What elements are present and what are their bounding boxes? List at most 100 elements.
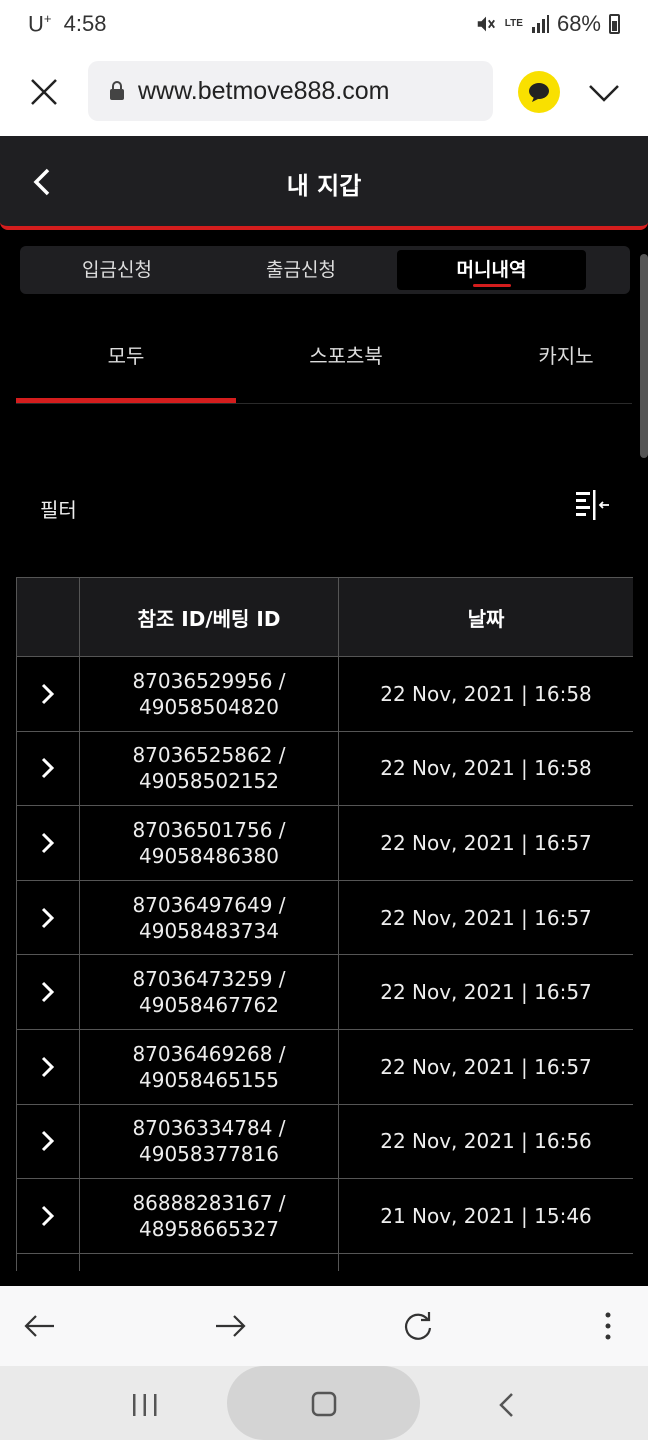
expand-row-button[interactable] bbox=[16, 1178, 80, 1254]
home-button[interactable] bbox=[227, 1366, 420, 1440]
chevron-right-icon bbox=[41, 832, 55, 854]
ref-id: 87036334784 / bbox=[132, 1116, 286, 1141]
ref-bet-id-cell: 87036469268 /49058465155 bbox=[79, 1028, 339, 1105]
page-title: 내 지갑 bbox=[286, 172, 362, 200]
table-row[interactable]: 86888283167 /48958665327 21 Nov, 2021 | 1… bbox=[16, 1178, 633, 1254]
ref-bet-id-cell: 87036501756 /49058486380 bbox=[79, 805, 339, 881]
bet-id: 48958665327 bbox=[139, 1216, 279, 1241]
battery-icon bbox=[609, 14, 620, 34]
filter-label: 필터 bbox=[40, 498, 77, 522]
money-history-table: 참조 ID/베팅 ID 날짜 87036529956 /49058504820 2… bbox=[16, 577, 633, 1271]
table-row[interactable]: 87036334784 /49058377816 22 Nov, 2021 | 1… bbox=[16, 1103, 633, 1180]
tab-withdraw-request[interactable]: 출금신청 bbox=[206, 250, 396, 290]
bet-id: 49058483734 bbox=[139, 918, 279, 943]
chevron-right-icon bbox=[41, 1131, 55, 1152]
expand-row-button[interactable] bbox=[16, 1103, 80, 1180]
ref-bet-id-cell: 87036497649 /49058483734 bbox=[79, 879, 339, 956]
table-row[interactable]: 87036525862 /49058502152 22 Nov, 2021 | 1… bbox=[16, 730, 633, 807]
chevron-right-icon bbox=[41, 683, 55, 704]
expand-row-button[interactable] bbox=[16, 805, 80, 881]
carrier-sup: + bbox=[43, 11, 52, 26]
ref-id: 87036525862 / bbox=[132, 743, 286, 768]
status-icons: LTE 68% bbox=[475, 11, 620, 37]
clock: 4:58 bbox=[63, 11, 107, 37]
tab-casino[interactable]: 카지노 bbox=[456, 340, 648, 380]
ref-id: 87036469268 / bbox=[132, 1041, 286, 1066]
date-cell: 22 Nov, 2021 | 16:57 bbox=[338, 805, 633, 881]
date-cell: 22 Nov, 2021 | 16:57 bbox=[338, 879, 633, 956]
ref-bet-id-cell: 86888250156 / bbox=[79, 1252, 339, 1271]
table-row[interactable]: 87036529956 /49058504820 22 Nov, 2021 | 1… bbox=[16, 656, 633, 732]
active-tab-indicator bbox=[16, 398, 236, 403]
ref-id: 87036473259 / bbox=[132, 967, 286, 992]
date-cell bbox=[338, 1252, 633, 1271]
bet-id: 49058502152 bbox=[139, 769, 279, 794]
ref-bet-id-cell: 87036334784 /49058377816 bbox=[79, 1103, 339, 1180]
browser-back-icon[interactable] bbox=[22, 1308, 58, 1344]
expand-row-button[interactable] bbox=[16, 656, 80, 732]
mute-icon bbox=[477, 16, 495, 32]
recent-apps-icon[interactable] bbox=[130, 1390, 160, 1420]
bet-id: 49058467762 bbox=[139, 993, 279, 1018]
kakao-chat-button[interactable] bbox=[518, 71, 560, 113]
system-nav-bar bbox=[0, 1366, 648, 1440]
ref-bet-id-cell: 87036529956 /49058504820 bbox=[79, 656, 339, 732]
url-text: www.betmove888.com bbox=[138, 76, 390, 105]
expand-row-button[interactable] bbox=[16, 879, 80, 956]
filter-row: 필터 bbox=[40, 490, 610, 524]
date-cell: 22 Nov, 2021 | 16:57 bbox=[338, 954, 633, 1030]
date-header: 날짜 bbox=[338, 577, 633, 657]
ref-bet-id-cell: 87036525862 /49058502152 bbox=[79, 730, 339, 807]
bet-id: 49058486380 bbox=[139, 843, 279, 868]
lock-icon bbox=[110, 81, 124, 100]
ref-bet-id-header: 참조 ID/베팅 ID bbox=[79, 577, 339, 657]
expand-row-button[interactable] bbox=[16, 954, 80, 1030]
expand-row-button[interactable] bbox=[16, 730, 80, 807]
tab-sportsbook[interactable]: 스포츠북 bbox=[236, 340, 456, 380]
ref-id: 87036529956 / bbox=[132, 668, 286, 693]
date-cell: 22 Nov, 2021 | 16:58 bbox=[338, 730, 633, 807]
filter-icon[interactable] bbox=[576, 490, 610, 520]
chevron-right-icon bbox=[41, 982, 55, 1003]
browser-toolbar bbox=[0, 1286, 648, 1366]
table-row[interactable]: 87036473259 /49058467762 22 Nov, 2021 | 1… bbox=[16, 954, 633, 1030]
chevron-right-icon bbox=[41, 907, 55, 928]
date-cell: 22 Nov, 2021 | 16:58 bbox=[338, 656, 633, 732]
bet-id: 49058377816 bbox=[139, 1142, 279, 1167]
chat-bubble-icon bbox=[529, 83, 549, 102]
ref-bet-id-cell: 87036473259 /49058467762 bbox=[79, 954, 339, 1030]
chevron-down-icon[interactable] bbox=[586, 78, 622, 108]
expand-row-button[interactable] bbox=[16, 1252, 80, 1271]
carrier-label: U bbox=[28, 11, 44, 37]
more-options-icon[interactable] bbox=[590, 1308, 626, 1344]
date-cell: 21 Nov, 2021 | 15:46 bbox=[338, 1178, 633, 1254]
date-cell: 22 Nov, 2021 | 16:57 bbox=[338, 1028, 633, 1105]
battery-percent: 68% bbox=[556, 11, 601, 36]
expand-column-header bbox=[16, 577, 80, 657]
ref-bet-id-cell: 86888283167 /48958665327 bbox=[79, 1178, 339, 1254]
system-back-icon[interactable] bbox=[492, 1390, 522, 1420]
address-bar[interactable]: www.betmove888.com bbox=[88, 61, 493, 121]
status-bar: U+ 4:58 LTE 68% bbox=[0, 0, 648, 50]
bet-id: 49058504820 bbox=[139, 694, 279, 719]
table-row[interactable]: 86888250156 / bbox=[16, 1252, 633, 1271]
chevron-right-icon bbox=[41, 1056, 55, 1077]
table-row[interactable]: 87036501756 /49058486380 22 Nov, 2021 | 1… bbox=[16, 805, 633, 881]
wallet-header: 내 지갑 bbox=[0, 136, 648, 230]
table-row[interactable]: 87036469268 /49058465155 22 Nov, 2021 | 1… bbox=[16, 1028, 633, 1105]
signal-icon bbox=[531, 15, 549, 33]
close-tab-button[interactable] bbox=[26, 74, 62, 110]
tab-all[interactable]: 모두 bbox=[16, 340, 236, 380]
ref-id: 86888283167 / bbox=[132, 1190, 286, 1215]
ref-id: 87036501756 / bbox=[132, 817, 286, 842]
refresh-icon[interactable] bbox=[400, 1308, 436, 1344]
table-row[interactable]: 87036497649 /49058483734 22 Nov, 2021 | 1… bbox=[16, 879, 633, 956]
browser-forward-icon[interactable] bbox=[212, 1308, 248, 1344]
wallet-segment-tabs: 입금신청 출금신청 머니내역 bbox=[20, 246, 630, 294]
tab-deposit-request[interactable]: 입금신청 bbox=[24, 250, 210, 290]
expand-row-button[interactable] bbox=[16, 1028, 80, 1105]
chevron-right-icon bbox=[41, 758, 55, 779]
tab-money-history[interactable]: 머니내역 bbox=[397, 250, 586, 290]
bet-id: 49058465155 bbox=[139, 1067, 279, 1092]
browser-bar: www.betmove888.com bbox=[0, 50, 648, 136]
